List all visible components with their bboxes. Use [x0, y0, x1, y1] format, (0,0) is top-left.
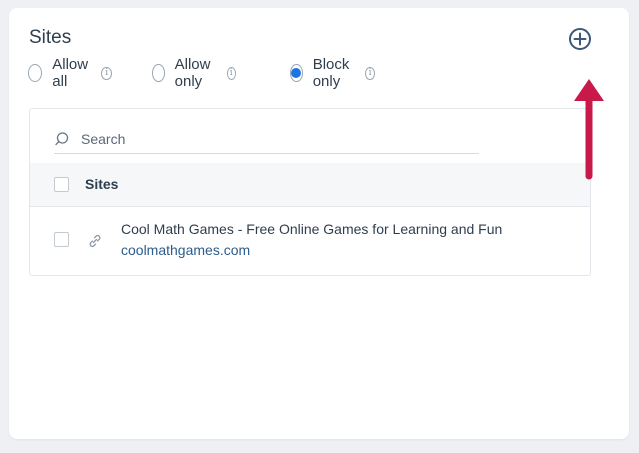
annotation-arrow-icon [574, 79, 604, 180]
radio-label: Allow all [52, 56, 89, 90]
select-all-checkbox[interactable] [54, 177, 69, 192]
sites-table-panel: Sites Cool Math Games - Free Online Game… [29, 108, 591, 276]
radio-label: Block only [312, 56, 350, 90]
column-header-sites: Sites [85, 176, 119, 192]
search-bar [54, 125, 479, 154]
table-header: Sites [30, 163, 590, 207]
search-input[interactable] [79, 130, 463, 148]
add-site-plus-circle-icon[interactable] [568, 27, 592, 51]
info-icon[interactable]: i [101, 66, 112, 80]
table-row: Cool Math Games - Free Online Games for … [30, 207, 590, 275]
link-icon [89, 234, 101, 248]
radio-dot [291, 68, 302, 78]
row-checkbox[interactable] [54, 232, 69, 247]
info-icon[interactable]: i [226, 66, 236, 80]
radio-block-only[interactable]: Block only i [290, 56, 375, 90]
radio-label: Allow only [174, 56, 211, 90]
site-url-link[interactable]: coolmathgames.com [121, 242, 250, 258]
radio-allow-all[interactable]: Allow all i [28, 56, 112, 90]
search-icon [55, 132, 69, 146]
site-title: Cool Math Games - Free Online Games for … [121, 221, 503, 237]
info-icon[interactable]: i [365, 66, 375, 80]
radio-circle-selected[interactable] [290, 64, 303, 82]
radio-circle[interactable] [28, 64, 43, 82]
section-title: Sites [29, 27, 72, 48]
radio-allow-only[interactable]: Allow only i [152, 56, 236, 90]
radio-circle[interactable] [152, 64, 165, 82]
